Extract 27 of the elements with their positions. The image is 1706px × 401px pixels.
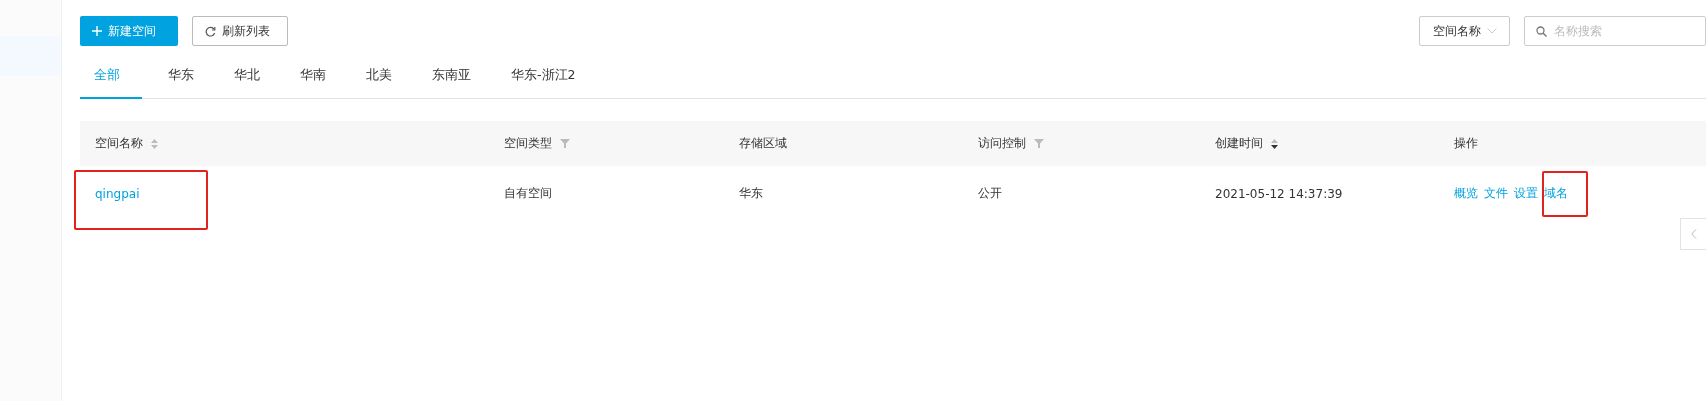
tab[interactable]: 华南 <box>286 54 340 99</box>
refresh-icon <box>205 25 216 37</box>
filter-icon <box>560 139 570 148</box>
refresh-button[interactable]: 刷新列表 <box>192 16 288 46</box>
column-header: 空间名称 <box>95 135 143 152</box>
tab[interactable]: 华北 <box>220 54 274 99</box>
tab[interactable]: 北美 <box>352 54 406 99</box>
created-time: 2021-05-12 14:37:39 <box>1215 186 1343 201</box>
space-type: 自有空间 <box>504 186 552 200</box>
column-header: 创建时间 <box>1215 135 1263 152</box>
search-field[interactable]: 名称搜索 <box>1524 16 1706 46</box>
chevron-down-icon <box>1486 28 1497 34</box>
tab[interactable]: 东南亚 <box>418 54 485 99</box>
search-icon <box>1536 26 1547 37</box>
filter-dropdown[interactable]: 空间名称 <box>1419 16 1510 46</box>
filter-icon <box>1034 139 1044 148</box>
column-header: 存储区域 <box>739 135 787 152</box>
chevron-left-icon <box>1690 229 1697 239</box>
tab[interactable]: 华东 <box>154 54 208 99</box>
access-control: 公开 <box>978 186 1002 200</box>
collapse-button[interactable] <box>1680 218 1706 250</box>
region: 华东 <box>739 186 763 200</box>
column-header: 空间类型 <box>504 135 552 152</box>
tab[interactable]: 华东-浙江2 <box>497 54 590 99</box>
plus-icon <box>92 26 102 36</box>
column-header: 操作 <box>1454 135 1478 152</box>
column-header: 访问控制 <box>978 135 1026 152</box>
